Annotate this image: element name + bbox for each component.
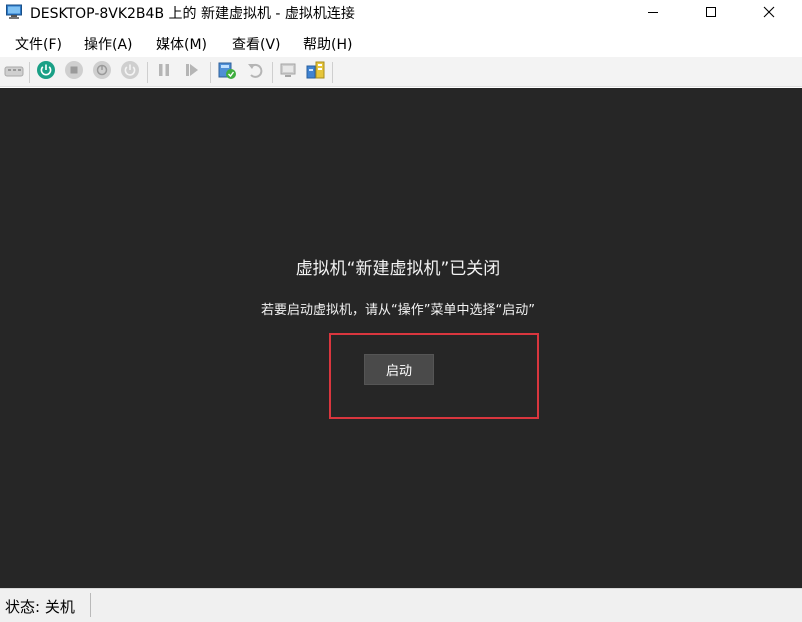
ctrl-alt-del-button[interactable]: [3, 61, 25, 83]
save-button[interactable]: [119, 61, 141, 83]
revert-button[interactable]: [244, 61, 266, 83]
ctrl-alt-del-icon: [4, 63, 24, 82]
shut-down-button[interactable]: [91, 61, 113, 83]
shut-down-icon: [92, 60, 112, 84]
annotation-highlight-box: [329, 333, 539, 419]
maximize-icon: [705, 3, 717, 22]
reset-button[interactable]: [181, 61, 203, 83]
menu-file[interactable]: 文件(F): [15, 34, 62, 54]
close-button[interactable]: [746, 0, 792, 24]
minimize-icon: [647, 3, 659, 22]
toolbar-separator: [29, 62, 30, 83]
vm-start-instruction: 若要启动虚拟机，请从“操作”菜单中选择“启动”: [261, 303, 535, 318]
pause-icon: [156, 62, 172, 82]
start-icon: [36, 60, 56, 84]
menu-media[interactable]: 媒体(M): [156, 34, 207, 54]
checkpoint-button[interactable]: [216, 61, 238, 83]
save-icon: [120, 60, 140, 84]
title-bar: DESKTOP-8VK2B4B 上的 新建虚拟机 - 虚拟机连接: [0, 0, 802, 24]
close-icon: [763, 3, 775, 22]
menu-view[interactable]: 查看(V): [232, 34, 281, 54]
enhanced-session-icon: [279, 60, 299, 84]
toolbar-separator: [272, 62, 273, 83]
enhanced-session-button[interactable]: [278, 61, 300, 83]
status-separator: [90, 593, 91, 617]
toolbar-separator: [210, 62, 211, 83]
turn-off-button[interactable]: [63, 61, 85, 83]
revert-icon: [246, 61, 264, 83]
menu-help[interactable]: 帮助(H): [303, 34, 352, 54]
menu-action[interactable]: 操作(A): [84, 34, 133, 54]
menu-bar: 文件(F) 操作(A) 媒体(M) 查看(V) 帮助(H): [0, 30, 802, 56]
share-button[interactable]: [305, 61, 327, 83]
reset-icon: [184, 62, 200, 82]
checkpoint-icon: [217, 60, 237, 84]
turn-off-icon: [64, 60, 84, 84]
status-text: 状态: 关机: [5, 598, 75, 616]
vm-screen: 虚拟机“新建虚拟机”已关闭 若要启动虚拟机，请从“操作”菜单中选择“启动” 启动: [0, 88, 802, 588]
start-button-toolbar[interactable]: [35, 61, 57, 83]
toolbar-separator: [332, 62, 333, 83]
start-button[interactable]: 启动: [364, 354, 434, 385]
window-edge: [797, 88, 802, 588]
toolbar-separator: [147, 62, 148, 83]
minimize-button[interactable]: [630, 0, 676, 24]
toolbar: [0, 57, 802, 87]
status-bar: 状态: 关机: [0, 588, 802, 622]
vm-connection-icon: [6, 4, 24, 20]
share-icon: [306, 60, 326, 84]
window-title: DESKTOP-8VK2B4B 上的 新建虚拟机 - 虚拟机连接: [30, 6, 355, 22]
pause-button[interactable]: [153, 61, 175, 83]
maximize-button[interactable]: [688, 0, 734, 24]
vm-off-heading: 虚拟机“新建虚拟机”已关闭: [295, 259, 501, 279]
